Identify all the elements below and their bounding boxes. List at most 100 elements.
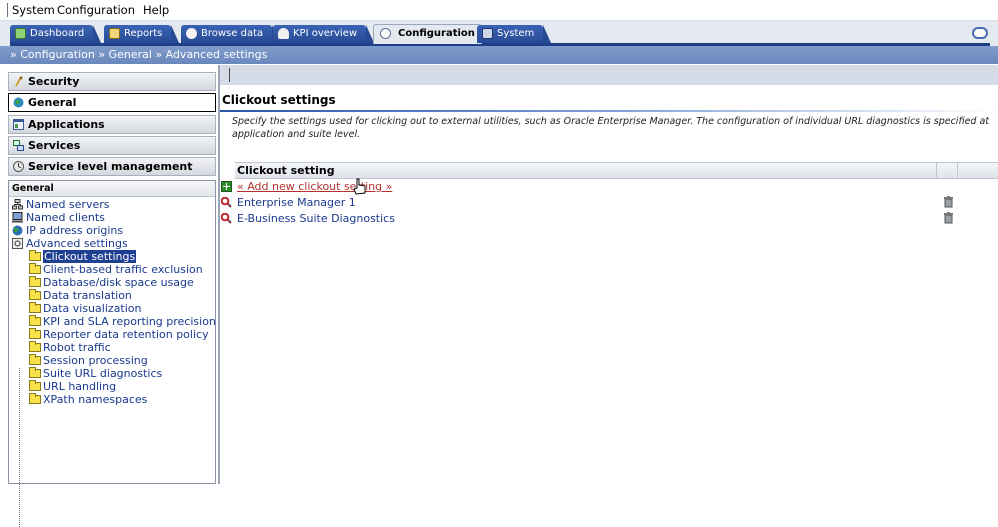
applications-icon [13,119,24,130]
column-divider [957,163,958,178]
folder-icon [29,393,41,404]
toolbar-divider [229,68,230,82]
tree-item-label: IP address origins [26,224,124,237]
services-icon [13,140,24,151]
navigation-tree: General Named servers Named clients IP a… [8,180,216,527]
tab-browse-data[interactable]: Browse data [181,25,281,43]
clients-icon [12,212,23,223]
tree-item-label: Clickout settings [43,250,137,263]
menu-bar: System Configuration Help [0,0,998,21]
tree-item-label: Advanced settings [26,237,128,250]
reports-icon [109,28,120,39]
delete-icon[interactable] [944,196,953,208]
tree-item-label: KPI and SLA reporting precision [43,315,216,328]
tree-connector [19,368,20,527]
content-toolbar [220,65,998,85]
tree-header: General [9,181,215,197]
folder-icon [29,263,41,274]
add-row: « Add new clickout setting » [221,178,998,195]
folder-open-icon [29,250,41,261]
section-service-level-management[interactable]: Service level management [8,157,216,176]
folder-icon [29,302,41,313]
tab-dashboard[interactable]: Dashboard [10,25,102,43]
kpi-icon [278,28,289,39]
row-label[interactable]: E-Business Suite Diagnostics [237,211,395,227]
folder-icon [29,367,41,378]
globe-icon [13,97,24,108]
tab-reports[interactable]: Reports [104,25,180,43]
section-services[interactable]: Services [8,136,216,155]
service-level-icon [13,161,24,172]
section-services-label: Services [28,139,81,152]
folder-icon [29,354,41,365]
tab-kpi-overview[interactable]: KPI overview [273,25,375,43]
security-icon [15,76,23,87]
folder-icon [29,328,41,339]
tree-item-label: Named clients [26,211,105,224]
tree-item-label: Client-based traffic exclusion [43,263,203,276]
tab-configuration-label: Configuration [398,28,475,39]
delete-icon[interactable] [944,212,953,224]
folder-icon [29,289,41,300]
clickout-icon [221,213,232,224]
tab-system[interactable]: System [477,25,552,43]
left-panel: Security General Applications Services S… [0,65,220,527]
tab-system-label: System [497,28,535,39]
section-security-label: Security [28,75,80,88]
servers-icon [12,199,23,210]
configuration-icon [380,28,391,39]
tab-dashboard-label: Dashboard [30,28,85,39]
page-description: Specify the settings used for clicking o… [232,116,990,140]
main-content: Clickout settings Specify the settings u… [220,65,998,484]
add-icon[interactable] [221,181,232,192]
tree-item-label: Data translation [43,289,132,302]
tree-item-label: Data visualization [43,302,142,315]
globe-icon [12,225,23,236]
tree-item-label: XPath namespaces [43,393,148,406]
breadcrumb: » Configuration » General » Advanced set… [0,46,998,64]
menu-system[interactable]: System [12,3,55,17]
folder-icon [29,276,41,287]
tree-item-label: Session processing [43,354,148,367]
section-service-level-label: Service level management [28,160,193,173]
section-general[interactable]: General [8,93,216,112]
tree-item-label: Database/disk space usage [43,276,194,289]
settings-icon [12,238,23,249]
tab-reports-label: Reports [124,28,163,39]
folder-icon [29,341,41,352]
tree-item-label: Robot traffic [43,341,111,354]
dashboard-icon [15,28,26,39]
tree-item-label: Named servers [26,198,110,211]
tree-item-label: Suite URL diagnostics [43,367,163,380]
tab-kpi-overview-label: KPI overview [293,28,358,39]
clickout-table: Clickout setting « Add new clickout sett… [221,162,998,227]
clickout-icon [221,197,232,208]
tab-configuration[interactable]: Configuration [373,24,482,44]
section-applications-label: Applications [28,118,105,131]
menu-separator [7,3,8,17]
column-header-clickout-setting[interactable]: Clickout setting [237,163,335,178]
folder-icon [29,315,41,326]
row-label[interactable]: Enterprise Manager 1 [237,195,356,211]
add-clickout-link[interactable]: « Add new clickout setting » [237,179,392,195]
tree-item-label: Reporter data retention policy [43,328,209,341]
column-divider [936,163,937,178]
folder-icon [29,380,41,391]
menu-help[interactable]: Help [143,3,169,17]
window-toggle-icon[interactable] [972,27,988,39]
browse-data-icon [186,28,197,39]
table-row[interactable]: Enterprise Manager 1 [221,195,998,211]
section-applications[interactable]: Applications [8,115,216,134]
title-divider [220,110,998,112]
table-row[interactable]: E-Business Suite Diagnostics [221,211,998,227]
menu-configuration[interactable]: Configuration [57,3,135,17]
table-header: Clickout setting [235,162,998,179]
hand-cursor-icon [353,178,366,195]
section-security[interactable]: Security [8,72,216,91]
tab-browse-data-label: Browse data [201,28,264,39]
page-title: Clickout settings [222,93,336,107]
section-general-label: General [28,96,77,109]
tab-bar: Dashboard Reports Browse data KPI overvi… [0,21,998,46]
breadcrumb-text[interactable]: » Configuration » General » Advanced set… [10,48,267,61]
tree-item-label: URL handling [43,380,117,393]
